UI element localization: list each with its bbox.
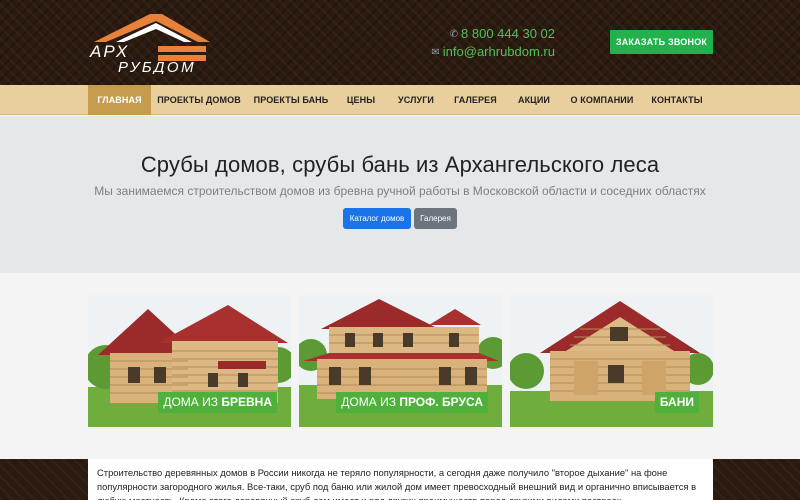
hero-subtitle: Мы занимаемся строительством домов из бр… bbox=[94, 184, 706, 198]
phone-icon: ✆ bbox=[449, 29, 459, 40]
site-logo[interactable]: АРХ РУБДОМ bbox=[88, 12, 238, 74]
card-label-prefix: ДОМА ИЗ bbox=[163, 395, 222, 409]
main-nav: ГЛАВНАЯ ПРОЕКТЫ ДОМОВ ПРОЕКТЫ БАНЬ ЦЕНЫ … bbox=[0, 85, 800, 115]
card-label-log-houses[interactable]: ДОМА ИЗ БРЕВНА bbox=[158, 392, 277, 413]
intro-text-box: Строительство деревянных домов в России … bbox=[88, 459, 713, 500]
envelope-icon: ✉ bbox=[431, 47, 440, 58]
hero-section: Срубы домов, срубы бань из Архангельског… bbox=[0, 116, 800, 273]
nav-item-contacts[interactable]: КОНТАКТЫ bbox=[642, 85, 712, 115]
nav-item-about[interactable]: О КОМПАНИИ bbox=[562, 85, 642, 115]
request-call-button[interactable]: ЗАКАЗАТЬ ЗВОНОК bbox=[610, 30, 713, 54]
logo-text-bottom: РУБДОМ bbox=[118, 59, 196, 74]
nav-item-home[interactable]: ГЛАВНАЯ bbox=[88, 85, 151, 115]
nav-item-house-projects[interactable]: ПРОЕКТЫ ДОМОВ bbox=[151, 85, 247, 115]
nav-item-services[interactable]: УСЛУГИ bbox=[387, 85, 445, 115]
card-timber-houses[interactable]: ДОМА ИЗ ПРОФ. БРУСА bbox=[299, 295, 502, 427]
card-label-timber-houses[interactable]: ДОМА ИЗ ПРОФ. БРУСА bbox=[336, 392, 488, 413]
card-label-prefix: ДОМА ИЗ bbox=[341, 395, 400, 409]
site-header: АРХ РУБДОМ ✆ 8 800 444 30 02 ✉ info@arhrub… bbox=[0, 0, 800, 85]
nav-item-prices[interactable]: ЦЕНЫ bbox=[335, 85, 387, 115]
phone-number[interactable]: 8 800 444 30 02 bbox=[461, 26, 555, 41]
header-contacts: ✆ 8 800 444 30 02 ✉ info@arhrubdom.ru bbox=[420, 25, 555, 61]
intro-paragraph: Строительство деревянных домов в России … bbox=[97, 467, 697, 500]
email-address[interactable]: info@arhrubdom.ru bbox=[443, 44, 555, 59]
phone-line[interactable]: ✆ 8 800 444 30 02 bbox=[420, 25, 555, 43]
hero-title: Срубы домов, срубы бань из Архангельског… bbox=[140, 152, 660, 177]
card-bathhouses[interactable]: БАНИ bbox=[510, 295, 713, 427]
card-label-bold: ПРОФ. БРУСА bbox=[399, 395, 483, 409]
nav-item-gallery[interactable]: ГАЛЕРЕЯ bbox=[445, 85, 506, 115]
email-line[interactable]: ✉ info@arhrubdom.ru bbox=[420, 43, 555, 61]
intro-section: Строительство деревянных домов в России … bbox=[0, 459, 800, 500]
house-catalog-button[interactable]: Каталог домов bbox=[343, 208, 411, 229]
gallery-button[interactable]: Галерея bbox=[414, 208, 457, 229]
card-label-bold: БРЕВНА bbox=[221, 395, 272, 409]
card-log-houses[interactable]: ДОМА ИЗ БРЕВНА bbox=[88, 295, 291, 427]
nav-item-promotions[interactable]: АКЦИИ bbox=[506, 85, 562, 115]
card-label-bathhouses[interactable]: БАНИ bbox=[654, 392, 699, 413]
card-label-bold: БАНИ bbox=[659, 395, 694, 409]
logo-mark: АРХ РУБДОМ bbox=[89, 14, 210, 74]
nav-item-bath-projects[interactable]: ПРОЕКТЫ БАНЬ bbox=[247, 85, 335, 115]
